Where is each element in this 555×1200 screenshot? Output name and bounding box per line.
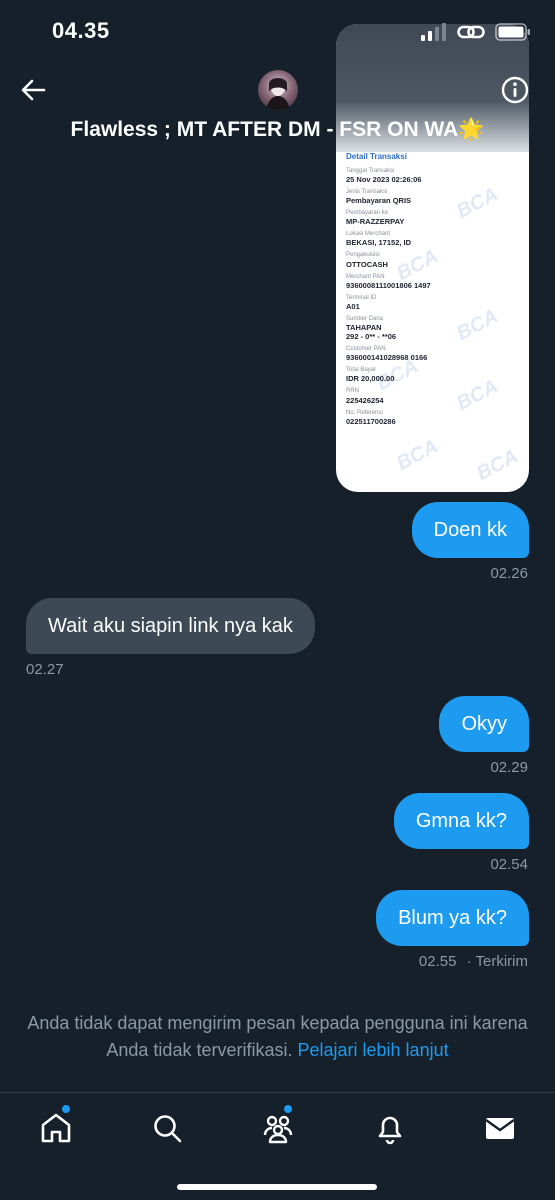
back-arrow-icon[interactable] xyxy=(18,74,50,106)
status-time: 04.35 xyxy=(52,18,110,43)
cannot-message-notice: Anda tidak dapat mengirim pesan kepada p… xyxy=(18,1010,537,1064)
receipt-field-value: TAHAPAN 292 - 0** - **06 xyxy=(346,323,397,342)
message-bubble[interactable]: Wait aku siapin link nya kak xyxy=(26,598,315,654)
receipt-field-value: 9360008111001806 1497 xyxy=(346,280,431,290)
receipt-field-label: Pembayaran ke xyxy=(346,209,389,216)
bca-watermark: BCA xyxy=(473,445,522,485)
receipt-field-label: Tanggal Transaksi xyxy=(346,167,395,174)
signal-icon xyxy=(421,23,446,41)
link-icon xyxy=(457,25,485,39)
dm-screen: BCA BCA BCA BCA BCA BCA BCA Detail Trans… xyxy=(0,0,555,1200)
message-timestamp: 02.26 xyxy=(490,565,528,582)
notice-text: Anda tidak dapat mengirim pesan kepada p… xyxy=(27,1013,528,1060)
home-badge-dot xyxy=(62,1105,70,1113)
battery-icon xyxy=(495,23,530,41)
message-timestamp: 02.29 xyxy=(490,759,528,776)
communities-badge-dot xyxy=(284,1105,292,1113)
receipt-field-value: 225426254 xyxy=(346,395,384,405)
receipt-field-value: BEKASI, 17152, ID xyxy=(346,238,412,248)
receipt-field-label: Total Bayar xyxy=(346,367,377,374)
learn-more-link[interactable]: Pelajari lebih lanjut xyxy=(298,1040,449,1060)
status-icons xyxy=(421,22,531,42)
message-status: · Terkirim xyxy=(466,953,528,970)
receipt-field-label: No. Referensi xyxy=(346,409,383,416)
communities-icon[interactable] xyxy=(261,1111,295,1145)
receipt-field-value: 022511700286 xyxy=(346,416,396,426)
avatar-image xyxy=(266,78,290,110)
message-bubble[interactable]: Doen kk xyxy=(411,502,529,558)
search-icon[interactable] xyxy=(150,1111,184,1145)
receipt-field-label: Terminal ID xyxy=(346,294,377,301)
message-bubble[interactable]: Okyy xyxy=(439,696,529,752)
receipt-heading: Detail Transaksi xyxy=(346,152,407,161)
receipt-field-label: Jenis Transaksi xyxy=(346,188,388,195)
receipt-field-value: Pembayaran QRIS xyxy=(346,195,412,205)
receipt-field-value: MP-RAZZERPAY xyxy=(346,217,405,227)
receipt-field-label: Customer PAN xyxy=(346,346,386,353)
bca-watermark: BCA xyxy=(393,435,442,475)
message-timestamp-status: 02.55 · Terkirim xyxy=(419,953,528,970)
receipt-field-label: RRN xyxy=(346,388,359,395)
messages-icon[interactable] xyxy=(483,1111,517,1145)
message-timestamp: 02.54 xyxy=(490,856,528,873)
receipt-field-value: IDR 20,000.00 xyxy=(346,374,395,384)
receipt-details: Detail Transaksi Tanggal Transaksi 25 Nov… xyxy=(346,152,521,426)
receipt-field-label: Merchant PAN xyxy=(346,273,385,280)
receipt-field-value: A01 xyxy=(346,301,360,311)
home-indicator[interactable] xyxy=(177,1184,377,1190)
notifications-icon[interactable] xyxy=(373,1111,407,1145)
receipt-field-label: Lokasi Merchant xyxy=(346,231,391,238)
message-timestamp: 02.27 xyxy=(26,661,64,678)
receipt-field-value: 25 Nov 2023 02:26:06 xyxy=(346,174,422,184)
avatar[interactable] xyxy=(258,70,298,110)
receipt-field-label: Pengakuisisi xyxy=(346,252,380,259)
receipt-field-value: OTTOCASH xyxy=(346,259,388,269)
message-bubble[interactable]: Gmna kk? xyxy=(393,793,529,849)
receipt-field-value: 936000141028968 0166 xyxy=(346,353,428,363)
message-bubble[interactable]: Blum ya kk? xyxy=(376,890,529,946)
conversation-title[interactable]: Flawless ; MT AFTER DM - FSR ON WA🌟 xyxy=(0,118,555,142)
receipt-field-label: Sumber Dana xyxy=(346,315,384,322)
message-timestamp: 02.55 xyxy=(418,953,457,970)
home-icon[interactable] xyxy=(39,1111,73,1145)
info-icon[interactable] xyxy=(501,76,529,104)
